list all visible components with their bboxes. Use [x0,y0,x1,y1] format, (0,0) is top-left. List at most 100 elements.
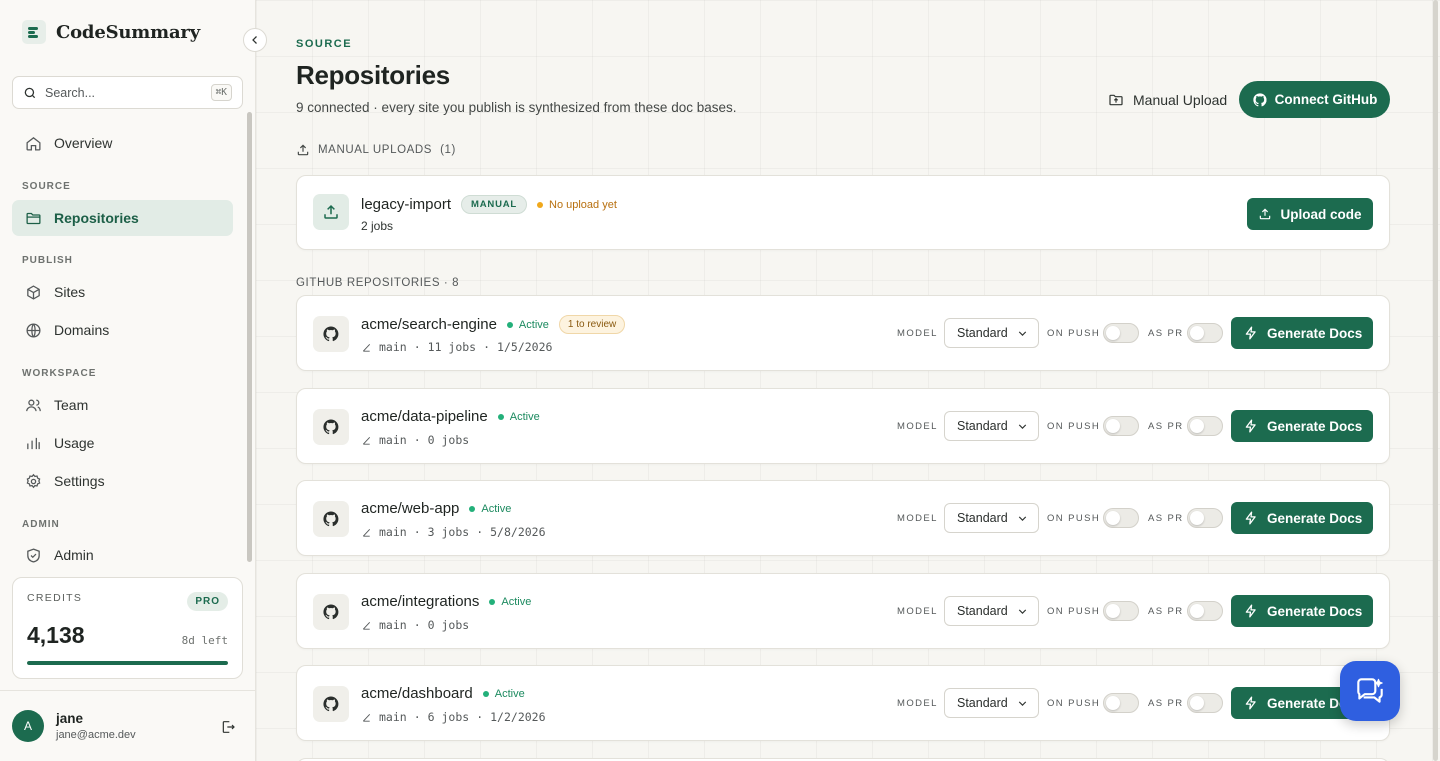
user-name: jane [56,711,84,726]
as-pr-toggle[interactable] [1187,508,1223,528]
model-select[interactable]: Standard [944,318,1039,348]
sidebar-item-usage[interactable]: Usage [12,425,233,461]
as-pr-toggle[interactable] [1187,323,1223,343]
repo-card[interactable]: acme/integrations Active main · 0 jobs M… [296,573,1390,649]
github-repos-heading: GITHUB REPOSITORIES · 8 [296,277,460,289]
branch-icon [362,528,371,537]
repo-jobs: 6 jobs [427,710,470,724]
page-scrollbar[interactable] [1433,0,1438,761]
model-select[interactable]: Standard [944,503,1039,533]
repo-title: acme/integrations Active [361,593,531,610]
generate-docs-button[interactable]: Generate Docs [1231,317,1373,349]
model-select[interactable]: Standard [944,688,1039,718]
model-label: MODEL [897,421,938,432]
generate-docs-button[interactable]: Generate Docs [1231,410,1373,442]
sidebar-item-overview[interactable]: Overview [12,125,233,161]
meta-separator: · [413,525,421,539]
search-input[interactable]: Search... ⌘K [12,76,243,109]
nav-section-publish: PUBLISH [22,255,73,266]
repo-card[interactable]: acme/search-engine Active 1 to review ma… [296,295,1390,371]
model-select[interactable]: Standard [944,596,1039,626]
logout-icon[interactable] [220,719,236,735]
manual-repo-card[interactable]: legacy-import MANUAL No upload yet 2 job… [296,175,1390,250]
sidebar-item-label: Settings [54,473,105,489]
sidebar-scrollbar[interactable] [247,112,252,562]
sidebar-item-sites[interactable]: Sites [12,274,233,310]
sidebar-item-label: Sites [54,284,86,300]
sidebar-item-admin[interactable]: Admin [12,537,233,573]
on-push-toggle[interactable] [1103,693,1139,713]
manual-upload-button[interactable]: Manual Upload [1108,90,1227,110]
sidebar-item-team[interactable]: Team [12,387,233,423]
brand-name: CodeSummary [56,21,200,43]
upload-icon [297,144,309,156]
repo-name[interactable]: acme/search-engine [361,316,497,333]
repo-name[interactable]: acme/web-app [361,500,459,517]
connect-github-button[interactable]: Connect GitHub [1239,81,1390,118]
box-icon [27,284,40,300]
on-push-toggle[interactable] [1103,416,1139,436]
model-label: MODEL [897,698,938,709]
repo-title: acme/web-app Active [361,500,511,517]
generate-docs-button[interactable]: Generate Docs [1231,502,1373,534]
collapse-sidebar-button[interactable] [243,28,267,52]
generate-docs-label: Generate Docs [1267,510,1363,526]
repo-meta: main · 0 jobs [361,433,469,447]
upload-icon [1260,208,1271,220]
chevron-down-icon [1018,700,1027,706]
lightning-icon [1245,419,1256,433]
as-pr-toggle[interactable] [1187,601,1223,621]
as-pr-toggle[interactable] [1187,693,1223,713]
repo-card[interactable]: acme/web-app Active main · 3 jobs · 5/8/2… [296,480,1390,556]
main-content: SOURCE Repositories 9 connected · every … [256,0,1440,761]
chat-sparkle-icon [1357,678,1383,703]
page-eyebrow: SOURCE [296,38,353,50]
page-subtitle: 9 connected · every site you publish is … [296,100,737,115]
as-pr-label: AS PR [1148,513,1184,524]
on-push-label: ON PUSH [1047,606,1101,617]
on-push-label: ON PUSH [1047,421,1101,432]
generate-docs-button[interactable]: Generate Docs [1231,595,1373,627]
upload-code-button[interactable]: Upload code [1247,198,1373,230]
manual-badge: MANUAL [461,195,527,214]
repo-card[interactable]: acme/dashboard Active main · 6 jobs · 1/2… [296,665,1390,741]
as-pr-toggle[interactable] [1187,416,1223,436]
repo-jobs: 0 jobs [427,433,470,447]
repo-branch: main [379,340,407,354]
plan-badge: PRO [187,592,228,611]
repo-name[interactable]: acme/integrations [361,593,479,610]
manual-upload-label: Manual Upload [1133,92,1228,108]
credits-progress-bar [27,661,228,665]
model-label: MODEL [897,513,938,524]
home-icon [26,136,41,151]
page-title: Repositories [296,60,450,90]
manual-repo-title: legacy-import MANUAL No upload yet [361,195,617,214]
model-select[interactable]: Standard [944,411,1039,441]
on-push-toggle[interactable] [1103,508,1139,528]
sidebar-item-repositories[interactable]: Repositories [12,200,233,236]
user-profile[interactable]: A jane jane@acme.dev [0,690,256,761]
sidebar-item-settings[interactable]: Settings [12,463,233,499]
branch-icon [362,343,371,352]
sidebar-item-domains[interactable]: Domains [12,312,233,348]
repo-branch: main [379,710,407,724]
repo-title: acme/search-engine Active 1 to review [361,315,626,334]
model-select-value: Standard [957,326,1008,340]
repo-card[interactable]: acme/data-pipeline Active main · 0 jobs … [296,388,1390,464]
credits-progress-fill [27,661,228,665]
repo-name[interactable]: acme/dashboard [361,685,473,702]
repo-name[interactable]: acme/data-pipeline [361,408,488,425]
generate-docs-label: Generate Docs [1267,603,1363,619]
chevron-down-icon [1018,423,1027,429]
model-select-value: Standard [957,511,1008,525]
chat-button[interactable] [1340,661,1400,721]
repo-title: acme/dashboard Active [361,685,525,702]
repo-jobs: 3 jobs [427,525,470,539]
on-push-toggle[interactable] [1103,601,1139,621]
brand[interactable]: CodeSummary [22,18,200,46]
model-label: MODEL [897,606,938,617]
sidebar-item-label: Repositories [54,210,139,226]
review-badge[interactable]: 1 to review [558,315,626,334]
repo-jobs: 11 jobs [427,340,477,354]
on-push-toggle[interactable] [1103,323,1139,343]
